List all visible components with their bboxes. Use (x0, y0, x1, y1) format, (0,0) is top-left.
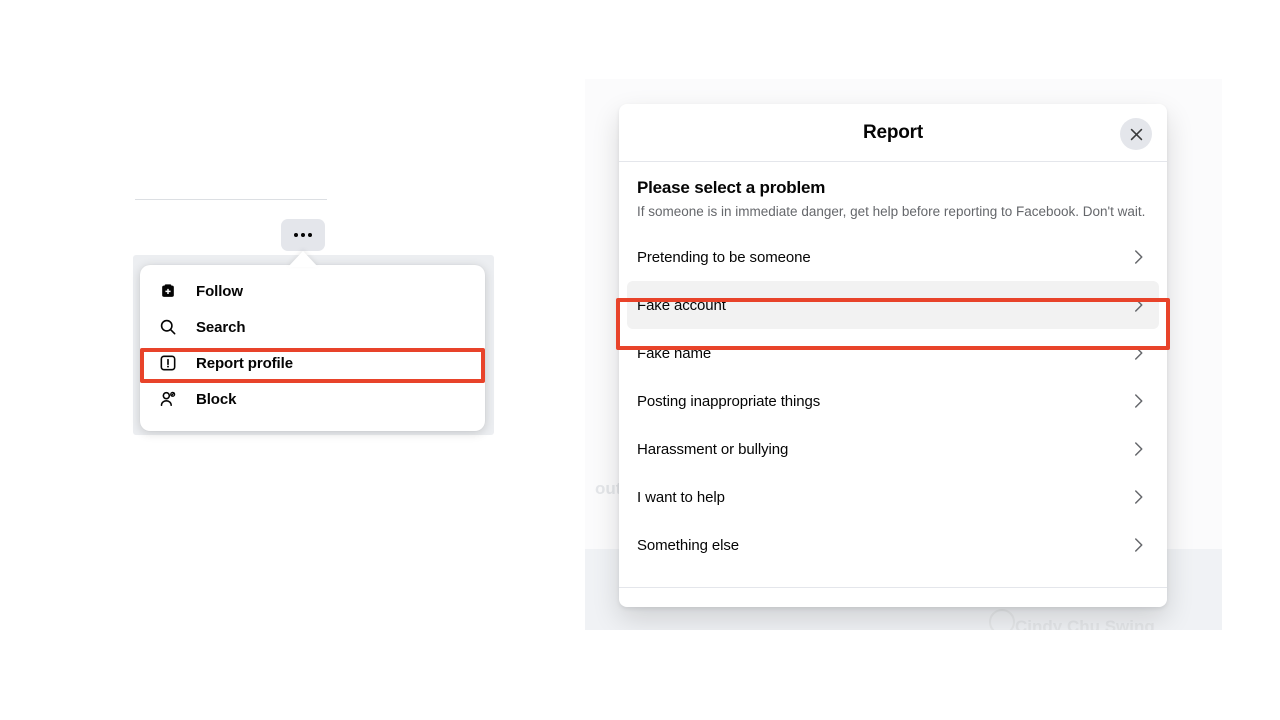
chevron-right-icon (1129, 344, 1147, 362)
chevron-right-icon (1129, 296, 1147, 314)
follow-icon (156, 279, 180, 303)
chevron-right-icon (1129, 440, 1147, 458)
option-label: Fake name (637, 345, 711, 362)
chevron-right-icon (1129, 488, 1147, 506)
block-icon (156, 387, 180, 411)
dialog-title: Report (863, 122, 923, 144)
option-row-posting-inappropriate-things[interactable]: Posting inappropriate things (627, 377, 1159, 425)
ellipsis-dot-2 (301, 233, 305, 237)
ellipsis-dot-3 (308, 233, 312, 237)
background-ghost-profile-name: Cindy Chu Swing (1015, 617, 1155, 630)
menu-item-label: Block (196, 391, 236, 408)
option-row-fake-account[interactable]: Fake account (627, 281, 1159, 329)
divider-rule (135, 199, 327, 200)
report-dialog: Report Please select a problem If someon… (619, 104, 1167, 607)
option-row-something-else[interactable]: Something else (627, 521, 1159, 569)
profile-menu-screenshot: Follow Search Report profile (0, 0, 520, 470)
dialog-footer (619, 587, 1167, 607)
menu-item-report-profile[interactable]: Report profile (140, 345, 485, 381)
menu-item-follow[interactable]: Follow (140, 273, 485, 309)
search-icon (156, 315, 180, 339)
dialog-heading: Please select a problem (637, 178, 1149, 198)
menu-item-label: Follow (196, 283, 243, 300)
chevron-right-icon (1129, 536, 1147, 554)
dialog-header: Report (619, 104, 1167, 162)
profile-context-menu: Follow Search Report profile (140, 265, 485, 431)
option-row-i-want-to-help[interactable]: I want to help (627, 473, 1159, 521)
menu-caret (288, 251, 318, 267)
close-icon-button[interactable] (1120, 118, 1152, 150)
option-row-fake-name[interactable]: Fake name (627, 329, 1159, 377)
menu-item-label: Report profile (196, 355, 293, 372)
option-label: Posting inappropriate things (637, 393, 820, 410)
chevron-right-icon (1129, 392, 1147, 410)
menu-item-label: Search (196, 319, 245, 336)
ellipsis-dot-1 (294, 233, 298, 237)
option-row-pretending-to-be-someone[interactable]: Pretending to be someone (627, 233, 1159, 281)
problem-option-list: Pretending to be someone Fake account Fa… (619, 227, 1167, 569)
option-row-harassment-or-bullying[interactable]: Harassment or bullying (627, 425, 1159, 473)
dialog-description: If someone is in immediate danger, get h… (637, 202, 1147, 221)
report-icon (156, 351, 180, 375)
dialog-intro: Please select a problem If someone is in… (619, 162, 1167, 227)
option-label: Fake account (637, 297, 726, 314)
more-options-button[interactable] (281, 219, 325, 251)
option-label: I want to help (637, 489, 725, 506)
option-label: Harassment or bullying (637, 441, 788, 458)
chevron-right-icon (1129, 248, 1147, 266)
option-label: Pretending to be someone (637, 249, 811, 266)
background-ghost-text-left: out (595, 479, 621, 499)
background-ghost-avatar (989, 609, 1015, 630)
close-icon (1128, 126, 1145, 143)
report-dialog-screenshot: out Cindy Chu Swing Report Please select… (585, 79, 1222, 630)
menu-item-block[interactable]: Block (140, 381, 485, 417)
option-label: Something else (637, 537, 739, 554)
dialog-body: Please select a problem If someone is in… (619, 162, 1167, 569)
menu-item-search[interactable]: Search (140, 309, 485, 345)
